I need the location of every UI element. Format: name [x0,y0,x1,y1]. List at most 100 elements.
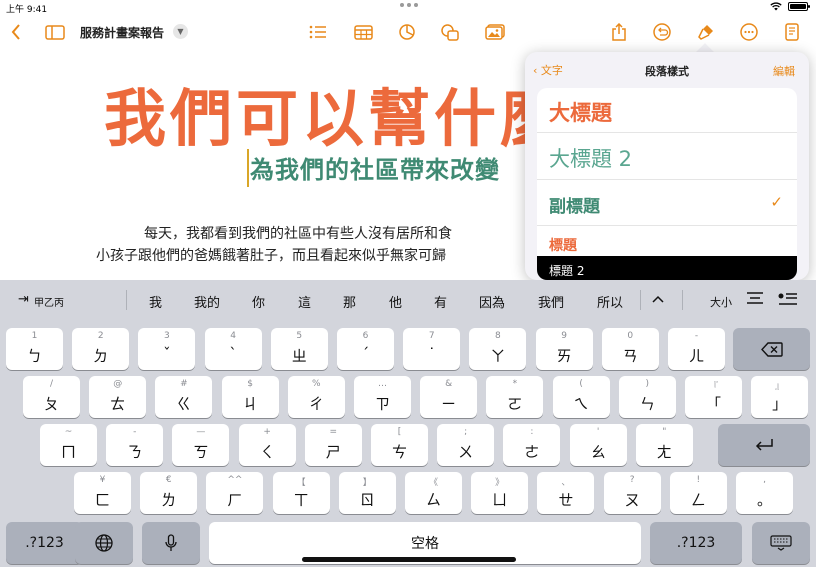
key-row3-8[interactable]: ' ㄠ [569,424,627,466]
key-row1-1[interactable]: 2ㄉ [72,328,130,370]
document-heading[interactable]: 我們可以幫什麼 [104,68,566,158]
chart-icon[interactable] [395,20,419,44]
key-row1-3[interactable]: 4ˋ [204,328,262,370]
key-row1-8[interactable]: 9ㄞ [535,328,593,370]
key-row2-11[interactable]: 』」 [751,376,809,418]
key-row2-8[interactable]: (ㄟ [552,376,610,418]
key-row1-6[interactable]: 7 ˙ [403,328,461,370]
candidate-item[interactable]: 他 [389,292,402,311]
document-subheading[interactable]: 為我們的社區帶來改變 [250,150,500,185]
candidate-item[interactable]: 我們 [538,292,564,311]
tab-indent-icon[interactable]: ⇥ [18,292,29,307]
key-row4-6[interactable]: 》ㄩ [471,472,529,514]
key-row3-2[interactable]: — ㄎ [172,424,230,466]
key-row4-1[interactable]: € ㄌ [140,472,198,514]
key-row4-9[interactable]: ! ㄥ [669,472,727,514]
dismiss-keyboard-key[interactable] [752,522,810,564]
key-row2-7[interactable]: * ㄛ [486,376,544,418]
key-row4-4[interactable]: 】ㄖ [338,472,396,514]
key-hint: 】 [362,478,372,488]
table-icon[interactable] [351,20,375,44]
home-indicator[interactable] [302,557,516,562]
align-icon[interactable] [746,292,764,308]
candidate-item[interactable]: 我的 [194,292,220,311]
microphone-key[interactable] [142,522,200,564]
return-key[interactable] [718,424,810,466]
key-row4-2[interactable]: ^^ ㄏ [206,472,264,514]
style-option-title-2[interactable]: 大標題 2 [537,133,797,180]
key-row3-4[interactable]: = ㄕ [304,424,362,466]
candidate-item[interactable]: 我 [149,292,162,311]
more-icon[interactable] [737,20,761,44]
candidate-item[interactable]: 這 [298,292,311,311]
candidate-item[interactable]: 因為 [479,292,505,311]
key-row1-2[interactable]: 3ˇ [138,328,196,370]
body-line[interactable]: 每天，我都看到我們的社區中有些人沒有居所和食 [96,223,452,245]
key-row4-10[interactable]: ,。 [736,472,793,514]
key-row1-0[interactable]: 1ㄅ [6,328,63,370]
candidate-item[interactable]: 有 [434,292,447,311]
key-row2-10[interactable]: 『「 [685,376,742,418]
key-hint: 『 [708,382,718,392]
body-line[interactable]: 小孩子跟他們的爸媽餓著肚子，而且看起來似乎無家可歸 [96,245,452,267]
key-hint: 3 [164,331,170,341]
key-row3-3[interactable]: + ㄑ [238,424,296,466]
style-option-title[interactable]: 大標題 [537,88,797,133]
sidebar-icon[interactable] [43,20,67,44]
key-row4-0[interactable]: ¥ ㄈ [74,472,131,514]
chevron-down-icon[interactable]: ▼ [173,24,188,39]
key-row1-10[interactable]: -ㄦ [668,328,725,370]
list-style-icon[interactable] [778,292,798,310]
style-option-subtitle[interactable]: 副標題 ✓ [537,180,797,226]
key-hint: 』 [775,382,785,392]
document-title[interactable]: 服務計畫案報告 [80,24,164,41]
undo-icon[interactable] [650,20,674,44]
numbers-key-right[interactable]: .?123 [650,522,742,564]
key-row4-8[interactable]: ? ㄡ [603,472,661,514]
style-list: 大標題 大標題 2 副標題 ✓ 標題 標題 2 [537,88,797,280]
style-option-heading-2[interactable]: 標題 2 [537,256,797,280]
document-icon[interactable] [780,20,804,44]
input-mode-label[interactable]: 甲乙丙 [34,294,64,309]
format-brush-icon[interactable] [694,20,718,44]
backspace-key[interactable] [733,328,810,370]
shapes-icon[interactable] [438,20,462,44]
candidate-item[interactable]: 你 [252,292,265,311]
numbers-key[interactable]: .?123 [6,522,83,564]
key-row1-9[interactable]: 0ㄢ [601,328,659,370]
key-row3-9[interactable]: " ㄤ [635,424,693,466]
expand-candidates-icon[interactable] [652,292,664,307]
edit-button[interactable]: 編輯 [773,63,795,79]
key-row2-2[interactable]: # ㄍ [155,376,213,418]
multitasking-indicator[interactable] [400,3,418,7]
document-body[interactable]: 每天，我都看到我們的社區中有些人沒有居所和食 小孩子跟他們的爸媽餓著肚子，而且看… [96,223,452,267]
list-icon[interactable] [306,20,330,44]
key-row1-7[interactable]: 8ㄚ [469,328,527,370]
key-row3-1[interactable]: -ㄋ [106,424,164,466]
globe-key[interactable] [75,522,133,564]
key-row3-6[interactable]: ; ㄨ [437,424,495,466]
key-row1-4[interactable]: 5ㄓ [270,328,328,370]
font-size-button[interactable]: 大小 [710,294,732,310]
candidate-item[interactable]: 所以 [597,292,623,311]
key-row4-7[interactable]: 、ㄝ [537,472,595,514]
key-row3-0[interactable]: ~ ㄇ [40,424,97,466]
key-row3-7[interactable]: :ㄜ [503,424,561,466]
key-row1-5[interactable]: 6ˊ [337,328,394,370]
key-row2-4[interactable]: % ㄔ [287,376,345,418]
key-row3-5[interactable]: [ㄘ [371,424,428,466]
key-row2-9[interactable]: ) ㄣ [618,376,676,418]
key-row4-5[interactable]: 《ㄙ [405,472,462,514]
key-label: ˇ [163,345,171,363]
key-row2-6[interactable]: & ㄧ [420,376,478,418]
key-row2-5[interactable]: … ㄗ [354,376,411,418]
key-row2-1[interactable]: @ ㄊ [89,376,147,418]
media-icon[interactable] [483,20,507,44]
chevron-left-icon[interactable] [4,20,28,44]
candidate-item[interactable]: 那 [343,292,356,311]
key-row2-3[interactable]: $ ㄐ [221,376,279,418]
share-icon[interactable] [607,20,631,44]
style-option-heading[interactable]: 標題 [537,226,797,256]
key-row4-3[interactable]: 【ㄒ [272,472,330,514]
key-row2-0[interactable]: / ㄆ [23,376,80,418]
